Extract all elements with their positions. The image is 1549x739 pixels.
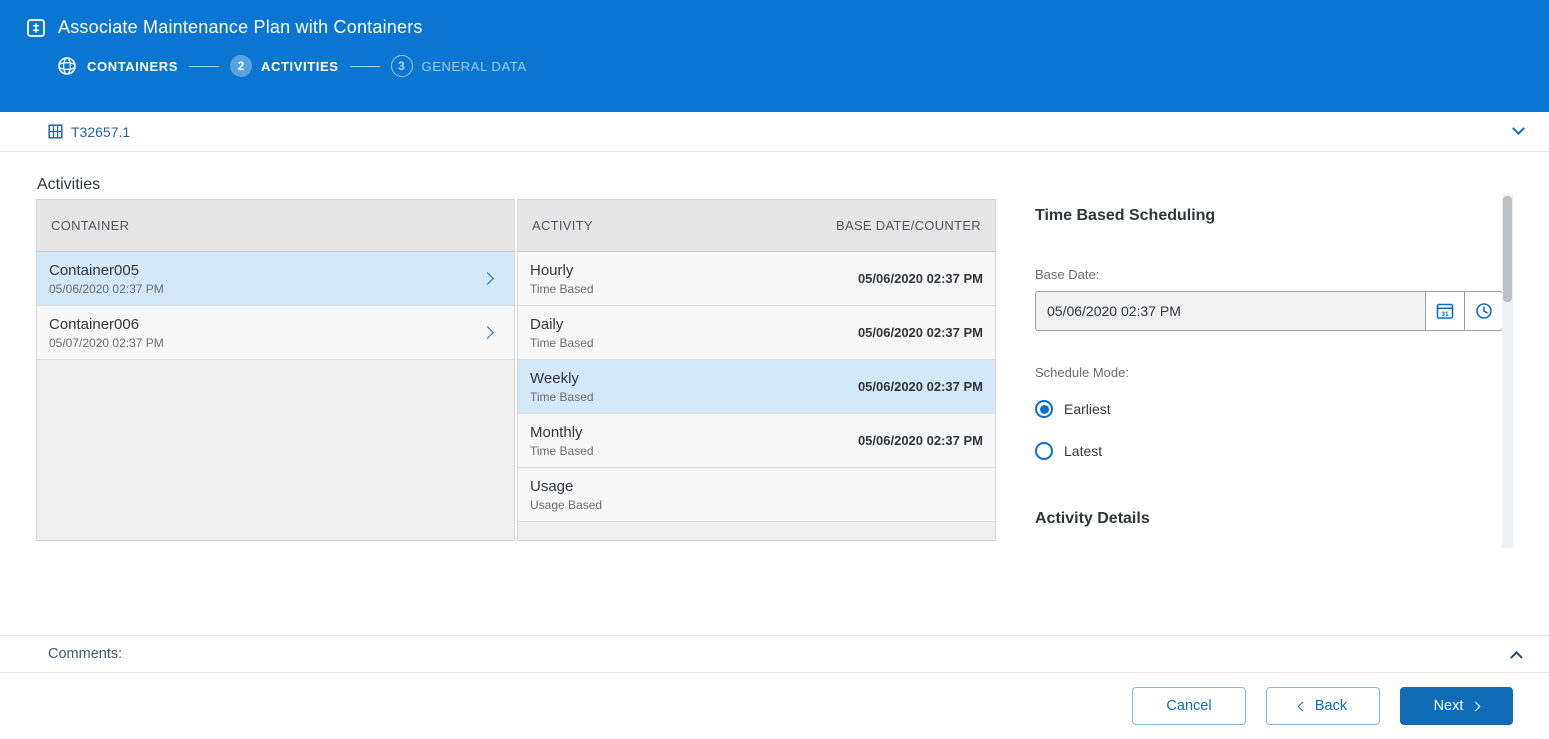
container-row[interactable]: Container005 05/06/2020 02:37 PM [37, 252, 514, 306]
activity-type: Time Based [530, 443, 594, 458]
chevron-right-icon[interactable] [481, 272, 494, 285]
latest-label: Latest [1064, 443, 1103, 459]
activity-row[interactable]: Monthly Time Based 05/06/2020 02:37 PM [518, 414, 995, 468]
activities-content: Activities CONTAINER Container005 05/06/… [0, 152, 1549, 635]
cancel-button[interactable]: Cancel [1132, 687, 1246, 725]
base-date-picker: 05/06/2020 02:37 PM 31 [1035, 291, 1503, 331]
radio-earliest[interactable] [1035, 400, 1053, 418]
plan-header-bar: T32657.1 [0, 112, 1549, 152]
container-table: CONTAINER Container005 05/06/2020 02:37 … [36, 199, 515, 541]
container-name: Container006 [49, 315, 140, 333]
activity-name: Usage [530, 477, 574, 495]
time-based-scheduling-title: Time Based Scheduling [1035, 207, 1216, 224]
step-label-activities: ACTIVITIES [260, 58, 339, 74]
activity-type: Usage Based [530, 497, 603, 512]
step-label-containers: CONTAINERS [87, 58, 178, 74]
comments-label: Comments: [48, 646, 123, 662]
activity-name: Monthly [530, 423, 583, 441]
calendar-icon: 31 [1436, 303, 1454, 319]
time-button[interactable] [1464, 291, 1503, 331]
wizard-steps: CONTAINERS 2 ACTIVITIES 3 GENERAL DATA [0, 55, 1549, 77]
container-icon [48, 124, 63, 139]
container-date: 05/06/2020 02:37 PM [49, 281, 164, 296]
activity-details-title: Activity Details [1035, 510, 1150, 527]
base-date-input[interactable]: 05/06/2020 02:37 PM [1035, 291, 1425, 331]
wizard-header: Associate Maintenance Plan with Containe… [0, 0, 1549, 112]
activity-type: Time Based [530, 335, 594, 350]
container-row[interactable]: Container006 05/07/2020 02:37 PM [37, 306, 514, 360]
activity-name: Hourly [530, 261, 574, 279]
cancel-button-label: Cancel [1166, 698, 1212, 714]
container-column-header: CONTAINER [51, 218, 130, 233]
associate-maintenance-plan-window: Associate Maintenance Plan with Containe… [0, 0, 1549, 739]
calendar-button[interactable]: 31 [1425, 291, 1464, 331]
chevron-left-icon [1297, 701, 1308, 711]
vertical-scrollbar[interactable] [1502, 194, 1513, 548]
wizard-step-containers[interactable]: CONTAINERS [56, 55, 178, 77]
earliest-label: Earliest [1064, 401, 1111, 417]
svg-text:31: 31 [1441, 311, 1449, 318]
activity-type: Time Based [530, 281, 594, 296]
chevron-right-icon[interactable] [481, 326, 494, 339]
scheduling-details-panel: Time Based Scheduling Base Date: 05/06/2… [1035, 207, 1503, 528]
activity-row[interactable]: Hourly Time Based 05/06/2020 02:37 PM [518, 252, 995, 306]
schedule-mode-earliest[interactable]: Earliest [1035, 396, 1503, 422]
schedule-mode-latest[interactable]: Latest [1035, 438, 1503, 464]
activities-section-title: Activities [37, 176, 101, 193]
container-name: Container005 [49, 261, 140, 279]
radio-latest[interactable] [1035, 442, 1053, 460]
containers-step-icon [58, 57, 76, 75]
page-title: Associate Maintenance Plan with Containe… [58, 17, 423, 37]
activity-table: ACTIVITY BASE DATE/COUNTER Hourly Time B… [517, 199, 996, 541]
maintenance-plan-icon [27, 18, 45, 37]
step-label-general-data: GENERAL DATA [421, 58, 527, 74]
activity-row[interactable]: Weekly Time Based 05/06/2020 02:37 PM [518, 360, 995, 414]
activity-name: Weekly [530, 369, 579, 387]
activity-base-date: 05/06/2020 02:37 PM [857, 325, 983, 340]
plan-id: T32657.1 [71, 123, 131, 140]
container-date: 05/07/2020 02:37 PM [49, 335, 164, 350]
activity-row[interactable]: Usage Usage Based [518, 468, 995, 522]
step-number-badge: 2 [229, 55, 252, 77]
step-connector [188, 65, 219, 67]
wizard-step-activities[interactable]: 2 ACTIVITIES [229, 55, 339, 77]
next-button[interactable]: Next [1400, 687, 1513, 725]
chevron-right-icon [1470, 701, 1481, 711]
schedule-mode-label: Schedule Mode: [1035, 365, 1129, 380]
activity-base-date: 05/06/2020 02:37 PM [857, 433, 983, 448]
step-number-badge: 3 [390, 55, 413, 77]
scrollbar-thumb[interactable] [1503, 196, 1512, 302]
activity-column-header: ACTIVITY [532, 218, 593, 233]
chevron-down-icon[interactable] [1512, 122, 1525, 136]
wizard-step-general-data[interactable]: 3 GENERAL DATA [390, 55, 527, 77]
activity-row[interactable]: Daily Time Based 05/06/2020 02:37 PM [518, 306, 995, 360]
footer-toolbar: Cancel Back Next [0, 673, 1549, 739]
activity-name: Daily [530, 315, 564, 333]
back-button[interactable]: Back [1266, 687, 1380, 725]
back-button-label: Back [1314, 698, 1348, 714]
activity-type: Time Based [530, 389, 594, 404]
container-table-header: CONTAINER [37, 200, 514, 252]
activity-base-date: 05/06/2020 02:37 PM [857, 379, 983, 394]
clock-icon [1475, 303, 1492, 319]
activity-base-date: 05/06/2020 02:37 PM [857, 271, 983, 286]
base-date-label: Base Date: [1035, 267, 1100, 282]
comments-panel-header[interactable]: Comments: [0, 635, 1549, 673]
base-date-column-header: BASE DATE/COUNTER [836, 218, 981, 233]
next-button-label: Next [1433, 698, 1464, 714]
step-connector [349, 65, 380, 67]
chevron-up-icon[interactable] [1510, 650, 1523, 664]
activity-table-header: ACTIVITY BASE DATE/COUNTER [518, 200, 995, 252]
